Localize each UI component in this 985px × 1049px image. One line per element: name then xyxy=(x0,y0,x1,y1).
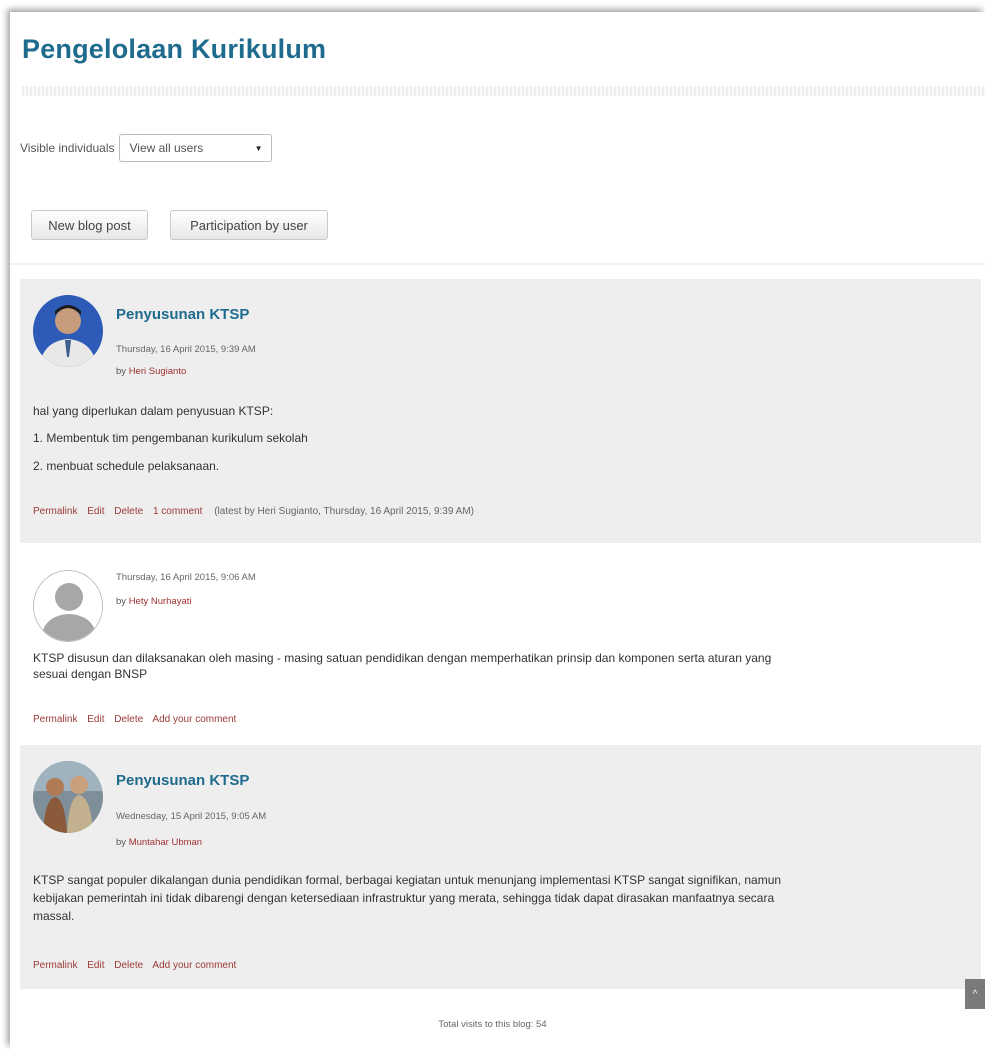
post-body-line: 2. menbuat schedule pelaksanaan. xyxy=(33,459,220,473)
avatar[interactable] xyxy=(33,570,103,642)
visible-individuals-filter: Visible individuals View all users ▼ xyxy=(20,134,272,162)
add-comment-link[interactable]: Add your comment xyxy=(152,960,236,971)
chevron-up-icon[interactable]: ^ xyxy=(965,979,985,1009)
by-label: by xyxy=(116,366,127,377)
post-body-line: hal yang diperlukan dalam penyusuan KTSP… xyxy=(33,404,274,418)
post-title[interactable]: Penyusunan KTSP xyxy=(116,772,249,789)
blog-page: Pengelolaan Kurikulum Visible individual… xyxy=(10,12,985,1049)
author-link[interactable]: Hety Nurhayati xyxy=(129,596,192,607)
by-label: by xyxy=(116,837,127,848)
page-title: Pengelolaan Kurikulum xyxy=(22,34,327,64)
post-date: Thursday, 16 April 2015, 9:06 AM xyxy=(116,572,256,583)
post-body-line: kebijakan pemerintah ini tidak dibarengi… xyxy=(33,891,775,905)
blog-post: Penyusunan KTSP Wednesday, 15 April 2015… xyxy=(20,745,981,989)
dropdown-caret-icon: ▼ xyxy=(254,143,263,153)
author-link[interactable]: Muntahar Ubman xyxy=(129,837,202,848)
blog-post: Thursday, 16 April 2015, 9:06 AM by Hety… xyxy=(20,558,981,742)
post-body-line: 1. Membentuk tim pengembanan kurikulum s… xyxy=(33,431,308,445)
edit-link[interactable]: Edit xyxy=(87,960,104,971)
post-byline: by Heri Sugianto xyxy=(116,366,186,377)
delete-link[interactable]: Delete xyxy=(114,960,143,971)
visible-individuals-select[interactable]: View all users ▼ xyxy=(118,134,272,162)
comments-link[interactable]: 1 comment xyxy=(153,506,202,517)
author-link[interactable]: Heri Sugianto xyxy=(129,366,187,377)
post-body-line: sesuai dengan BNSP xyxy=(33,667,148,681)
edit-link[interactable]: Edit xyxy=(87,714,104,725)
blog-post: Penyusunan KTSP Thursday, 16 April 2015,… xyxy=(20,279,981,543)
post-body-line: KTSP sangat populer dikalangan dunia pen… xyxy=(33,873,782,887)
comment-meta: (latest by Heri Sugianto, Thursday, 16 A… xyxy=(214,506,474,517)
title-divider xyxy=(22,86,985,96)
post-actions: Permalink Edit Delete 1 comment (latest … xyxy=(33,506,481,517)
blog-visit-count: Total visits to this blog: 54 xyxy=(438,1019,547,1030)
delete-link[interactable]: Delete xyxy=(114,506,143,517)
select-value: View all users xyxy=(129,141,204,155)
toolbar-divider xyxy=(10,263,985,265)
post-actions: Permalink Edit Delete Add your comment xyxy=(33,960,243,971)
post-body-line: massal. xyxy=(33,909,75,923)
avatar[interactable] xyxy=(33,295,103,367)
edit-link[interactable]: Edit xyxy=(87,506,104,517)
filter-label: Visible individuals xyxy=(20,141,115,155)
post-date: Thursday, 16 April 2015, 9:39 AM xyxy=(116,344,256,355)
permalink-link[interactable]: Permalink xyxy=(33,960,77,971)
permalink-link[interactable]: Permalink xyxy=(33,714,77,725)
post-body-line: KTSP disusun dan dilaksanakan oleh masin… xyxy=(33,651,772,665)
participation-by-user-button[interactable]: Participation by user xyxy=(170,210,328,240)
post-byline: by Muntahar Ubman xyxy=(116,837,202,848)
add-comment-link[interactable]: Add your comment xyxy=(152,714,236,725)
post-date: Wednesday, 15 April 2015, 9:05 AM xyxy=(116,811,267,822)
delete-link[interactable]: Delete xyxy=(114,714,143,725)
post-actions: Permalink Edit Delete Add your comment xyxy=(33,714,243,725)
post-title[interactable]: Penyusunan KTSP xyxy=(116,306,249,323)
avatar[interactable] xyxy=(33,761,103,833)
by-label: by xyxy=(116,596,127,607)
new-blog-post-button[interactable]: New blog post xyxy=(31,210,148,240)
post-byline: by Hety Nurhayati xyxy=(116,596,192,607)
permalink-link[interactable]: Permalink xyxy=(33,506,77,517)
